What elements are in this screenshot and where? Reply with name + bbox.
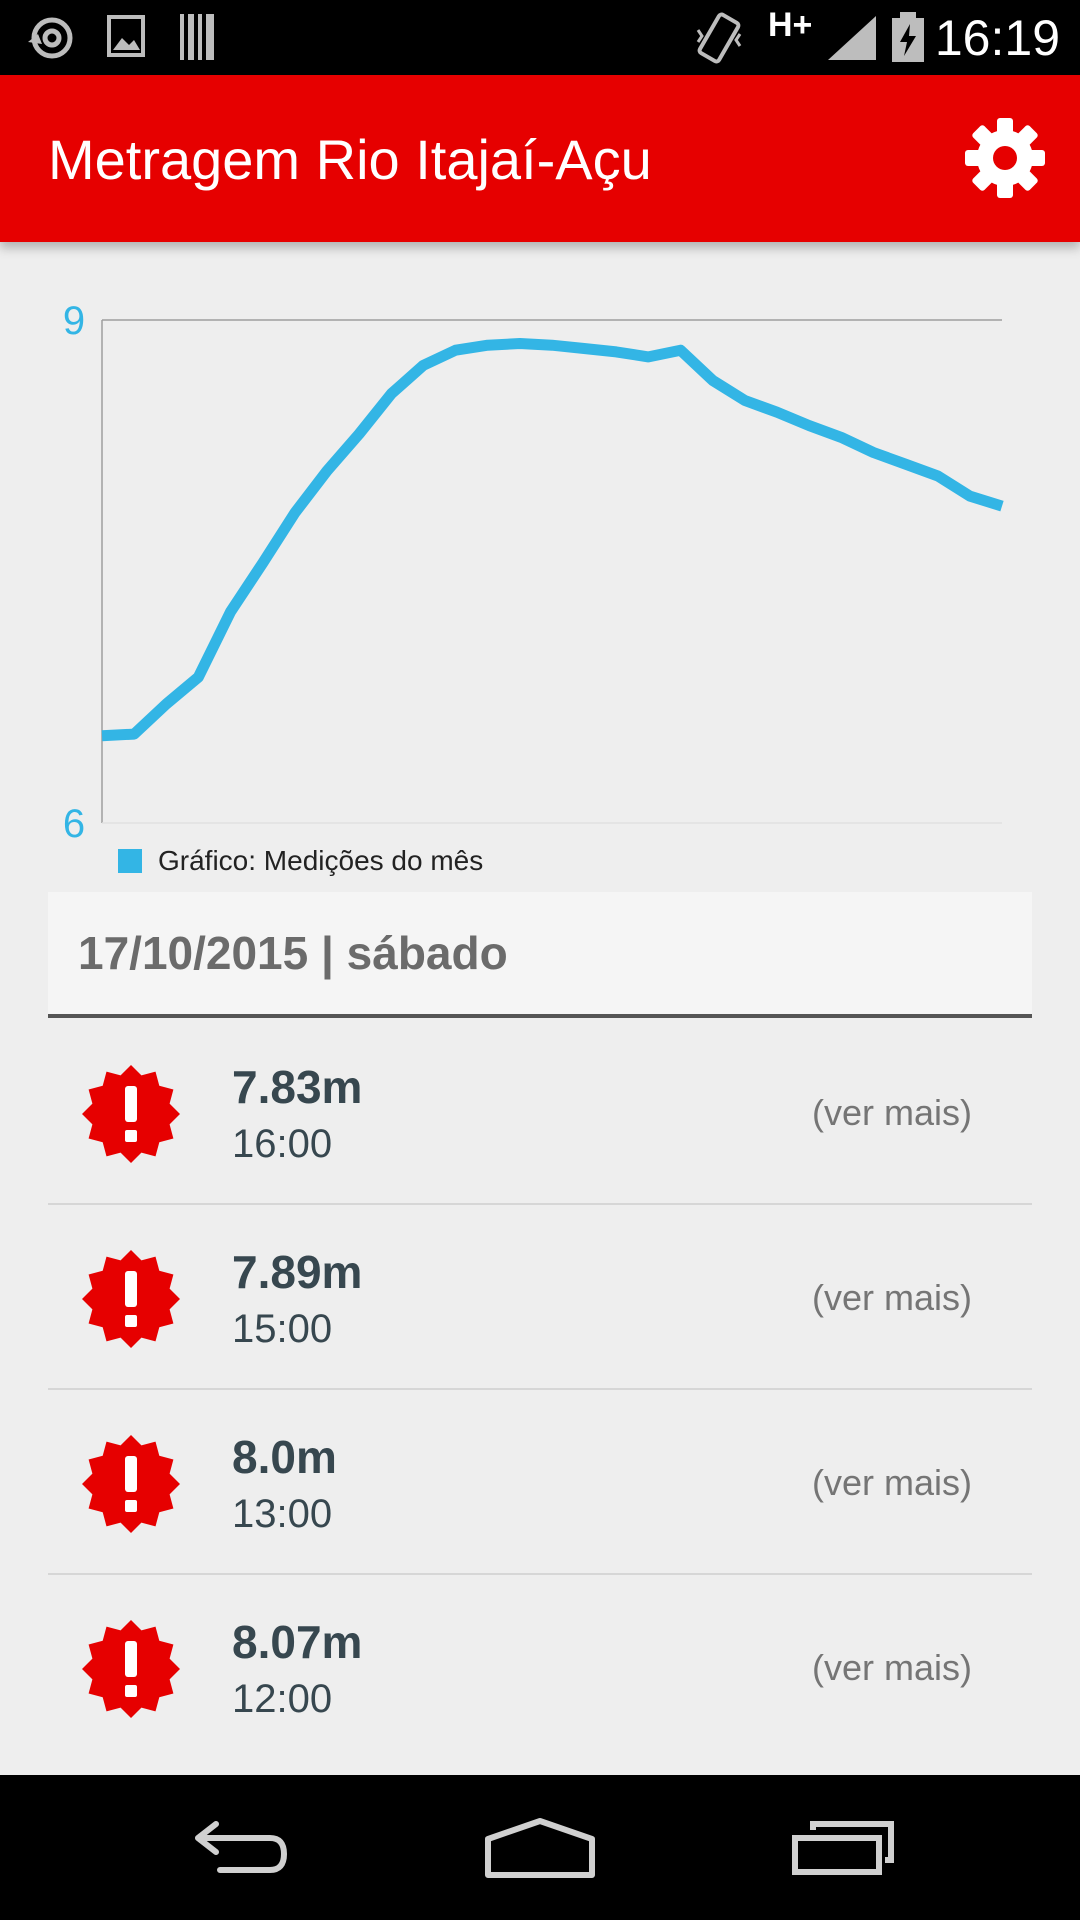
home-icon [485,1817,595,1878]
reading-time: 12:00 [232,1677,333,1721]
chart-svg: 96 [63,299,1004,846]
list-item[interactable]: 7.83m 16:00 (ver mais) [48,1020,1032,1205]
sync-icon [28,17,73,59]
app-title: Metragem Rio Itajaí-Açu [48,128,652,191]
date-header: 17/10/2015 | sábado [48,892,1032,1018]
reading-value: 8.07m [232,1616,363,1668]
reading-time: 13:00 [232,1492,333,1536]
list-item[interactable]: 8.07m 12:00 (ver mais) [48,1575,1032,1758]
settings-button[interactable] [962,115,1048,201]
back-icon [195,1820,288,1873]
vibrate-icon [696,12,742,64]
list-item[interactable]: 8.0m 13:00 (ver mais) [48,1390,1032,1575]
home-button[interactable] [440,1775,640,1920]
recents-button[interactable] [743,1775,943,1920]
status-time: 16:19 [934,10,1060,66]
reading-value: 7.83m [232,1061,363,1113]
y-tick-label: 9 [63,299,85,343]
signal-icon [828,16,876,60]
readings-list: 7.83m 16:00 (ver mais) 7.89m 15:00 (ver … [48,1020,1032,1758]
image-icon [107,15,145,57]
gear-icon [965,118,1045,198]
list-item[interactable]: 7.89m 15:00 (ver mais) [48,1205,1032,1390]
y-tick-label: 6 [63,802,85,846]
recents-icon [792,1820,894,1875]
battery-charging-icon [892,12,924,62]
reading-time: 16:00 [232,1122,333,1166]
see-more-link[interactable]: (ver mais) [812,1462,972,1504]
back-button[interactable] [140,1775,340,1920]
date-label: 17/10/2015 | sábado [78,927,508,979]
alert-badge-icon [82,1435,180,1533]
legend-swatch [118,849,142,873]
alert-badge-icon [82,1620,180,1718]
see-more-link[interactable]: (ver mais) [812,1092,972,1134]
app-bar: Metragem Rio Itajaí-Açu [0,75,1080,242]
see-more-link[interactable]: (ver mais) [812,1277,972,1319]
barcode-icon [180,14,214,60]
see-more-link[interactable]: (ver mais) [812,1647,972,1689]
reading-time: 15:00 [232,1307,333,1351]
navigation-bar [0,1775,1080,1920]
series-line [101,338,1004,742]
network-type-label: H+ [768,6,813,44]
alert-badge-icon [82,1250,180,1348]
alert-badge-icon [82,1065,180,1163]
reading-value: 8.0m [232,1431,337,1483]
reading-value: 7.89m [232,1246,363,1298]
status-bar: H+ 16:19 [0,0,1080,75]
legend-label: Gráfico: Medições do mês [158,845,484,876]
chart-legend: Gráfico: Medições do mês [118,843,483,879]
chart: 96 [0,290,1080,890]
